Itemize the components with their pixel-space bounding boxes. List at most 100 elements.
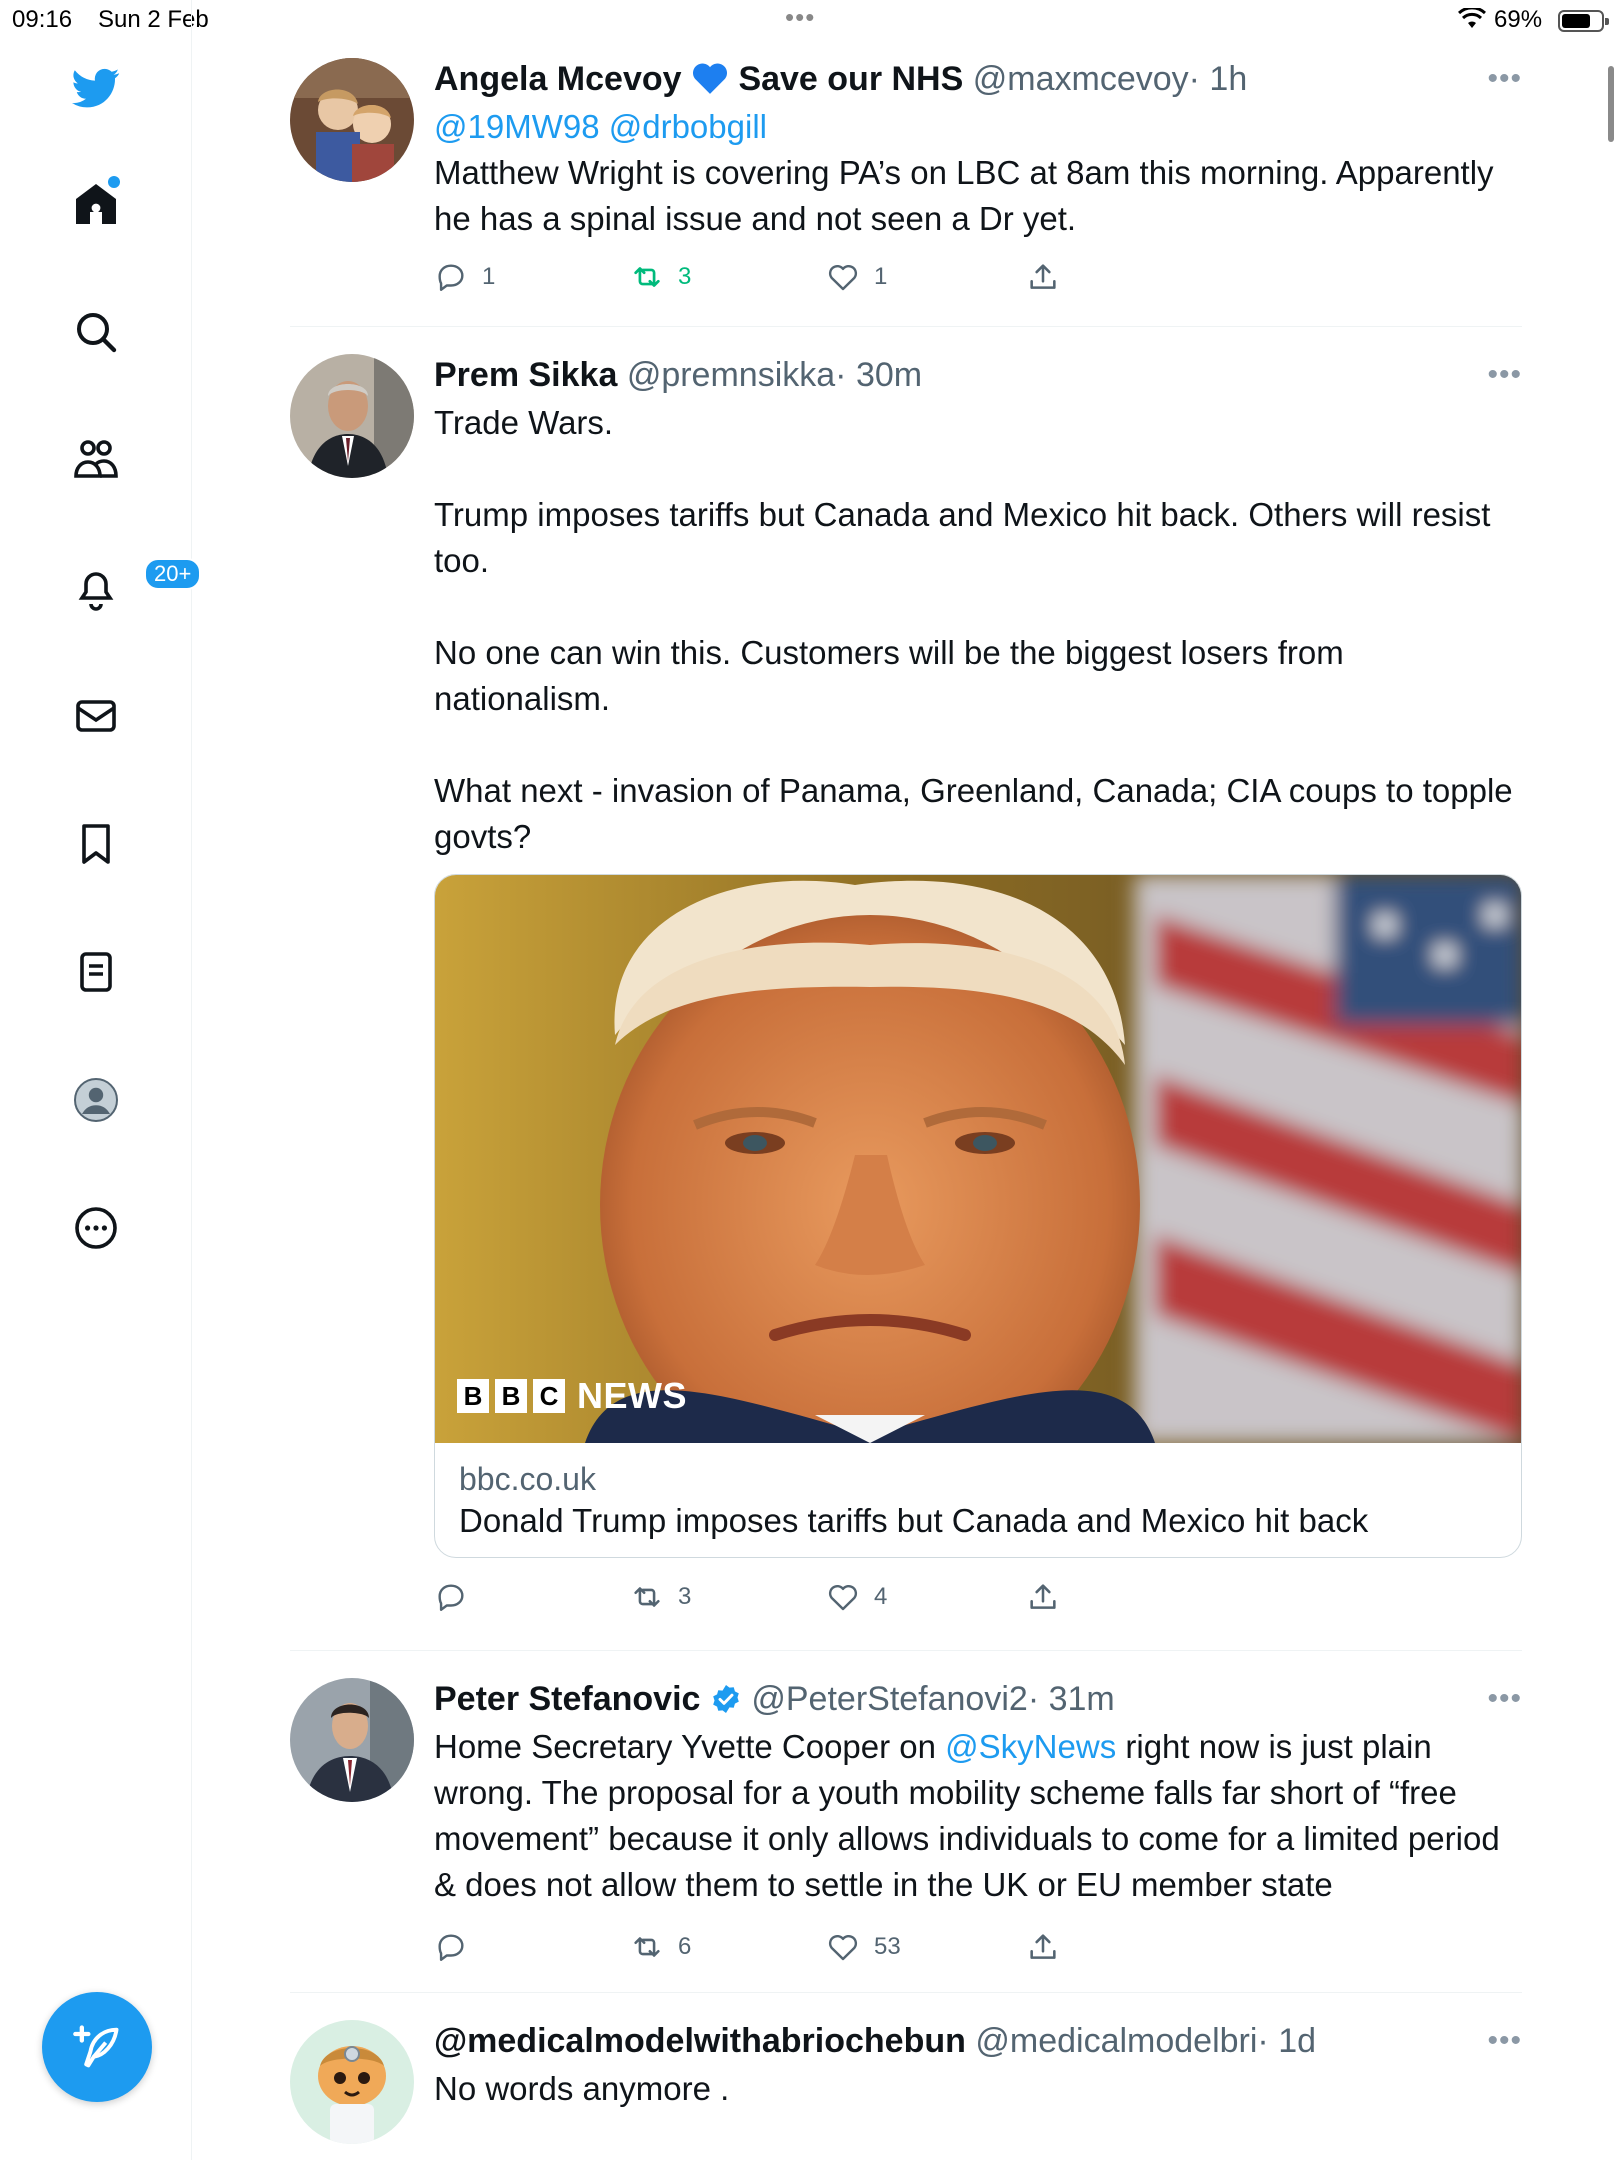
tweet-text-part: Home Secretary Yvette Cooper on [434,1728,946,1765]
avatar[interactable] [290,1678,414,1802]
like-button[interactable]: 53 [826,1930,901,1964]
status-bar: 09:16 Sun 2 Feb ••• 69% [0,0,1620,40]
tweet-more-icon[interactable]: ••• [1487,2024,1522,2058]
tweet-time[interactable]: · 1d [1257,2022,1316,2060]
tweet-actions: 3 4 [434,1580,1522,1620]
bbc-news-logo: B B C NEWS [457,1375,687,1417]
tweet-paragraph: Trade Wars. [434,404,614,441]
like-count: 53 [874,1933,901,1960]
link-card-image: B B C NEWS [435,875,1521,1443]
mention-link[interactable]: @SkyNews [945,1728,1116,1765]
heart-icon [828,264,858,291]
retweet-icon [634,1587,660,1607]
notifications-nav-button[interactable]: 20+ [56,548,202,628]
tweet-header: Prem Sikka @premnsikka· 30m [434,354,1522,396]
avatar[interactable] [290,58,414,182]
user-handle[interactable]: @PeterStefanovi2 [751,1680,1027,1718]
tweet-actions: 1 3 1 [434,260,1522,300]
reply-button[interactable] [434,1580,482,1614]
communities-icon [74,440,118,478]
search-icon [77,313,117,353]
link-card-title: Donald Trump imposes tariffs but Canada … [459,1502,1369,1539]
tweet-paragraph: Trump imposes tariffs but Canada and Mex… [434,496,1491,579]
tweet-more-icon[interactable]: ••• [1487,62,1522,96]
mention-link[interactable]: @19MW98 [434,108,600,145]
more-circle-icon [75,1207,117,1249]
battery-percent: 69% [1494,6,1543,33]
profile-nav-button[interactable] [56,1060,136,1140]
user-handle[interactable]: @premnsikka [627,356,835,394]
link-card[interactable]: B B C NEWS bbc.co.uk Donald Trump impose… [434,874,1522,1558]
multitasking-dots-icon[interactable]: ••• [785,2,815,33]
wifi-icon [1457,6,1487,37]
avatar[interactable] [290,2020,414,2144]
display-name[interactable]: Angela Mcevoy [434,60,682,98]
list-icon [80,952,112,992]
tweet-divider [290,1650,1522,1651]
avatar[interactable] [290,354,414,478]
reply-icon [438,1934,464,1961]
like-button[interactable]: 4 [826,1580,887,1614]
bbc-logo-word: NEWS [577,1375,687,1416]
twitter-logo-icon[interactable] [56,48,136,128]
retweet-icon [634,1937,660,1957]
heart-icon [828,1934,858,1961]
share-button[interactable] [1026,260,1060,294]
lists-nav-button[interactable] [56,932,136,1012]
retweet-button[interactable]: 3 [630,260,691,294]
user-handle[interactable]: @maxmcevoy [973,60,1189,98]
reply-button[interactable]: 1 [434,260,495,294]
tweet-time[interactable]: · 30m [835,356,922,394]
display-name-suffix[interactable]: Save our NHS [738,60,963,98]
home-unread-dot [108,176,120,188]
user-handle[interactable]: @medicalmodelbri [975,2022,1257,2060]
tweet-header: @medicalmodelwithabriochebun @medicalmod… [434,2020,1522,2062]
more-nav-button[interactable] [56,1188,136,1268]
mention-link[interactable]: @drbobgill [609,108,767,145]
retweet-button[interactable]: 3 [630,1580,691,1614]
bookmarks-nav-button[interactable] [56,804,136,884]
verified-badge-icon [713,1685,739,1713]
tweet-time[interactable]: · 1h [1189,60,1248,98]
profile-avatar-icon [74,1078,118,1122]
tweet-more-icon[interactable]: ••• [1487,358,1522,392]
tweet-text: No words anymore . [434,2070,730,2107]
bbc-logo-letter: C [533,1379,565,1413]
retweet-button[interactable]: 6 [630,1930,691,1964]
link-card-domain: bbc.co.uk [459,1461,596,1497]
share-icon [1030,264,1056,289]
reply-count: 1 [482,263,496,290]
bell-icon [78,572,114,611]
display-name[interactable]: Prem Sikka [434,356,617,394]
like-button[interactable]: 1 [826,260,887,294]
envelope-icon [76,700,116,732]
tweet-actions: 6 53 [434,1930,1522,1970]
compose-tweet-button[interactable] [42,1992,152,2102]
share-button[interactable] [1026,1930,1060,1964]
tweet-time[interactable]: · 31m [1028,1680,1115,1718]
tweet-header: Peter Stefanovic @PeterStefanovi2· 31m [434,1678,1522,1720]
display-name[interactable]: Peter Stefanovic [434,1680,700,1718]
display-name[interactable]: @medicalmodelwithabriochebun [434,2022,966,2060]
messages-nav-button[interactable] [56,676,136,756]
reply-button[interactable] [434,1930,482,1964]
search-nav-button[interactable] [56,292,136,372]
bbc-logo-letter: B [457,1379,489,1413]
communities-nav-button[interactable] [56,420,136,500]
scroll-indicator[interactable] [1608,66,1614,142]
home-nav-button[interactable] [56,164,136,244]
tweet-more-icon[interactable]: ••• [1487,1682,1522,1716]
share-button[interactable] [1026,1580,1060,1614]
tweet-text: Matthew Wright is covering PA’s on LBC a… [434,154,1494,237]
tweet-divider [290,1992,1522,1993]
share-icon [1030,1934,1056,1959]
tweet-paragraph: No one can win this. Customers will be t… [434,634,1344,717]
blue-heart-icon [692,63,727,94]
retweet-icon [634,267,660,287]
reply-icon [438,1584,464,1611]
retweet-count: 3 [678,1583,692,1610]
battery-icon [1558,10,1609,32]
tweet-paragraph: What next - invasion of Panama, Greenlan… [434,772,1513,855]
tweet-text: Trade Wars. Trump imposes tariffs but Ca… [434,400,1522,860]
tweet-text: Home Secretary Yvette Cooper on @SkyNews… [434,1724,1522,1908]
